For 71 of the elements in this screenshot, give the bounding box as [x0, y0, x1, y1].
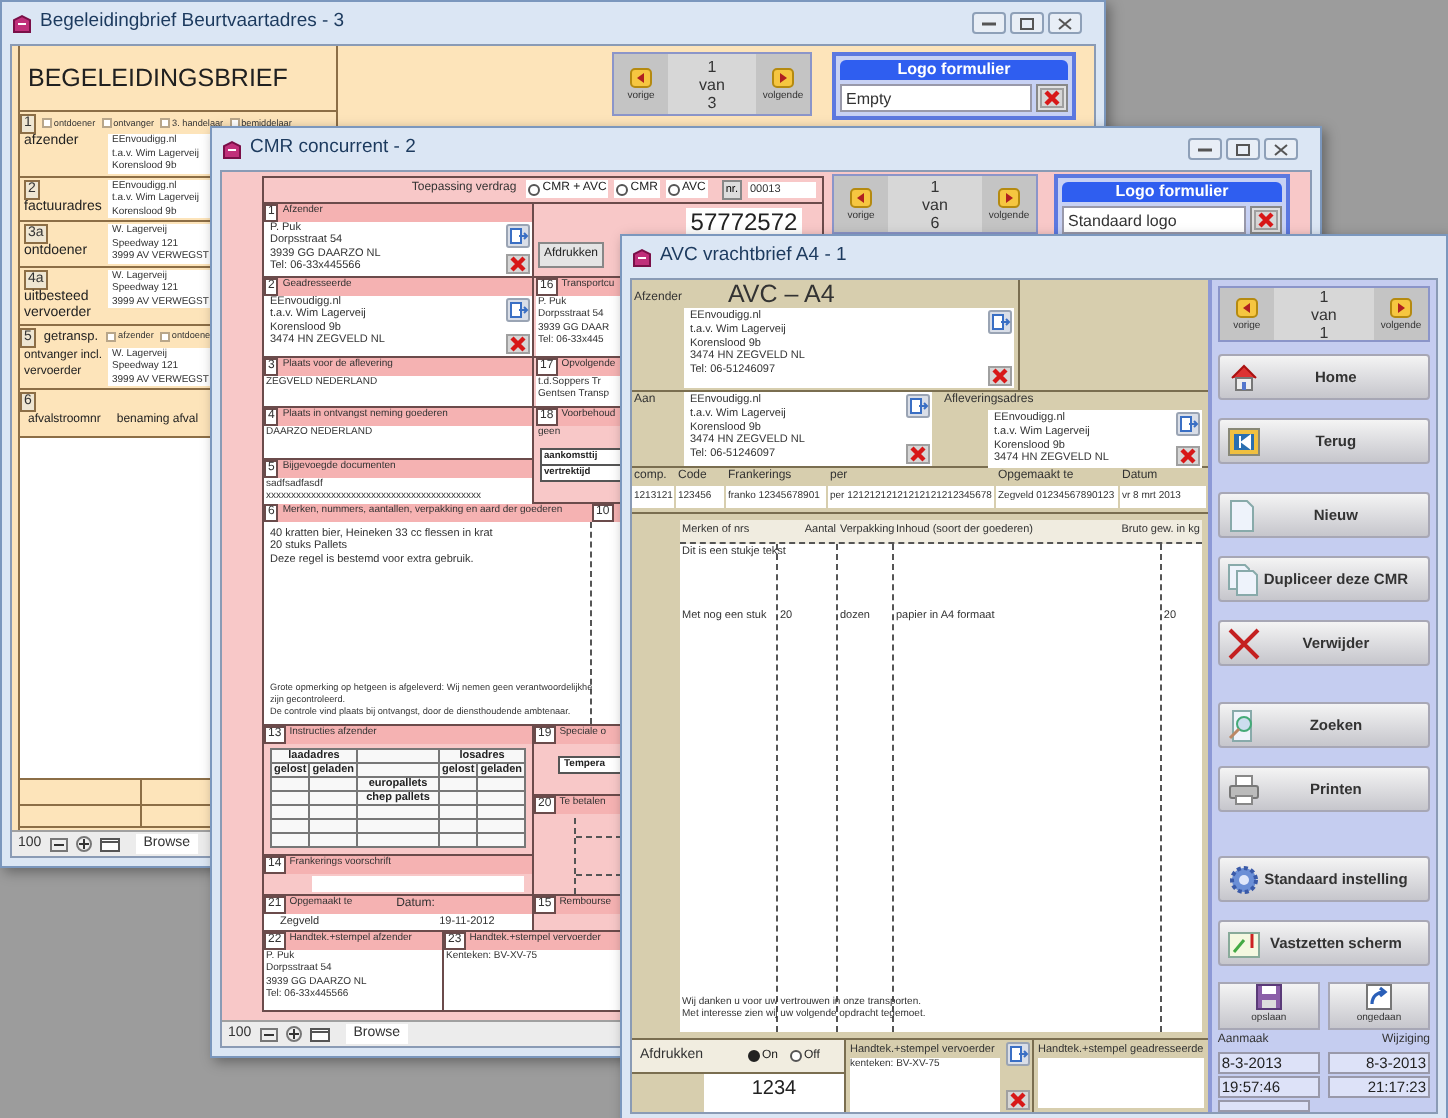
zoom-out-icon: [49, 837, 68, 851]
window-title: CMR concurrent - 2: [250, 134, 416, 163]
radio-button[interactable]: [616, 183, 629, 196]
maximize-icon: [1236, 143, 1250, 155]
delete-icon: [506, 253, 530, 274]
input-field[interactable]: [312, 875, 524, 891]
form-title: BEGELEIDINGSBRIEF: [28, 62, 290, 96]
page-indicator: 1 van 3: [697, 57, 727, 111]
maximize-button[interactable]: [1010, 12, 1044, 34]
page-indicator: 1 van 1: [1308, 287, 1339, 341]
delete-icon: [1175, 446, 1200, 466]
skip-back-icon: [1227, 427, 1260, 455]
number-field[interactable]: 1234: [704, 1074, 844, 1112]
checkbox[interactable]: [41, 118, 52, 129]
delete-icon: [1254, 210, 1278, 230]
document-number: 57772572: [686, 207, 802, 236]
minimize-button[interactable]: [972, 12, 1006, 34]
checkbox[interactable]: [106, 331, 117, 342]
printer-icon: [1227, 773, 1260, 805]
window-title: Begeleidingbrief Beurtvaartadres - 3: [40, 8, 345, 37]
delete-button[interactable]: [1036, 84, 1068, 112]
logo-field[interactable]: Empty: [840, 84, 1032, 112]
radio-button[interactable]: [790, 1050, 803, 1062]
arrow-left-icon: [1235, 297, 1258, 317]
minimize-button[interactable]: [1188, 138, 1222, 160]
gear-icon: [1227, 863, 1260, 895]
document-icon: [1227, 499, 1256, 531]
form-title: AVC – A4: [728, 280, 835, 308]
arrow-left-icon: [630, 67, 652, 87]
close-icon: [1274, 143, 1288, 155]
page-indicator: 1 van 6: [920, 177, 950, 231]
close-icon: [1058, 17, 1072, 29]
panel-header: Logo formulier: [840, 60, 1068, 80]
panel-header: Logo formulier: [1062, 182, 1282, 202]
documents-icon: [1227, 563, 1260, 595]
checkbox[interactable]: [101, 118, 112, 129]
house-icon: [1227, 361, 1260, 393]
delete-icon: [1006, 1090, 1030, 1110]
layout-icon: [309, 1027, 330, 1041]
close-button[interactable]: [1264, 138, 1298, 160]
app-icon: [12, 13, 32, 33]
delete-icon: [1040, 88, 1064, 108]
arrow-left-icon: [850, 187, 872, 207]
minimize-icon: [1198, 147, 1212, 151]
arrow-right-icon: [1390, 297, 1412, 317]
arrow-right-icon: [772, 67, 794, 87]
window-title: AVC vrachtbrief A4 - 1: [660, 242, 847, 271]
maximize-icon: [1020, 17, 1034, 29]
radio-button[interactable]: [748, 1050, 760, 1062]
app-icon: [632, 247, 652, 267]
curved-arrow-icon: [1365, 984, 1392, 1010]
cross-icon: [1227, 627, 1260, 659]
checkbox[interactable]: [160, 118, 171, 129]
delete-button[interactable]: [1250, 206, 1282, 234]
input-field[interactable]: [1217, 1099, 1310, 1112]
delete-icon: [906, 444, 930, 464]
checkbox[interactable]: [159, 331, 170, 342]
radio-button[interactable]: [528, 183, 541, 196]
close-button[interactable]: [1048, 12, 1082, 34]
minimize-icon: [982, 21, 996, 25]
arrow-right-icon: [998, 187, 1020, 207]
logo-field[interactable]: Standaard logo: [1062, 206, 1246, 234]
delete-icon: [988, 366, 1012, 386]
zoom-out-icon: [259, 1027, 278, 1041]
maximize-button[interactable]: [1226, 138, 1260, 160]
layout-icon: [99, 837, 120, 851]
note-icon: [1227, 927, 1260, 959]
app-icon: [222, 139, 242, 159]
radio-button[interactable]: [667, 183, 680, 196]
input-field[interactable]: [1038, 1058, 1204, 1108]
delete-icon: [506, 333, 530, 354]
